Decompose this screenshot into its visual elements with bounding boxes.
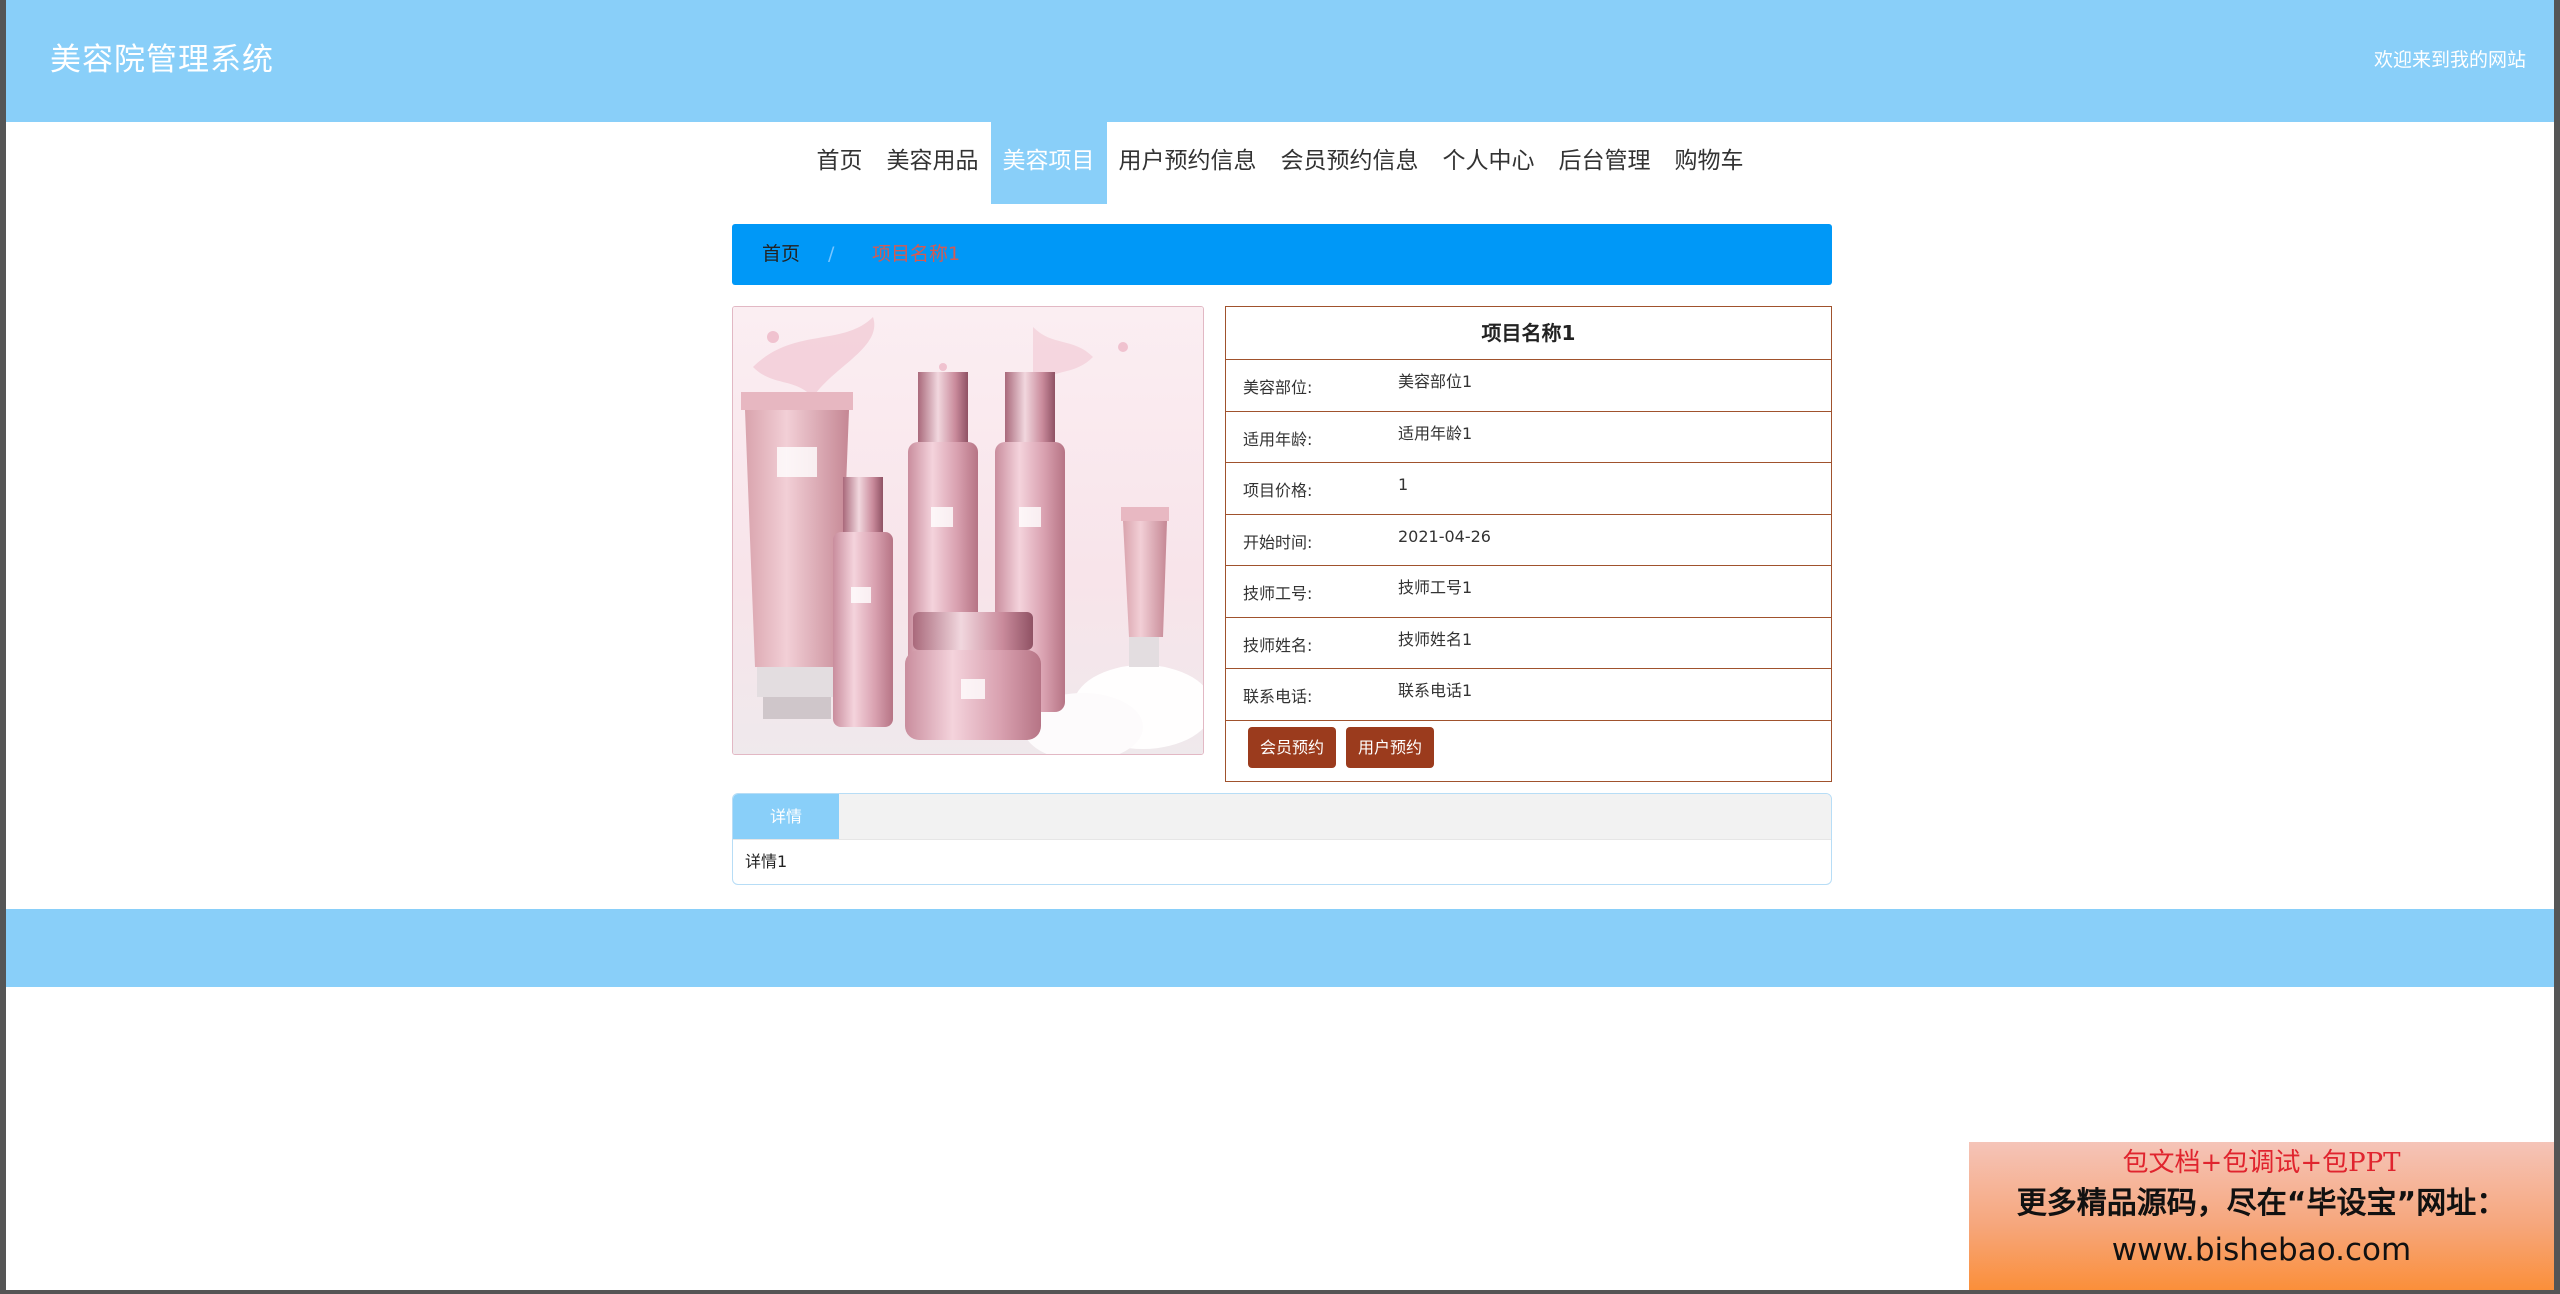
detail-value: 2021-04-26 (1398, 526, 1491, 546)
promo-line-1: 包文档+包调试+包PPT (2122, 1148, 2401, 1178)
breadcrumb-separator: / (828, 243, 835, 265)
product-image (732, 306, 1204, 755)
tab-details[interactable]: 详情 (733, 794, 839, 839)
detail-label: 开始时间: (1243, 532, 1313, 552)
detail-row-tech-name: 技师姓名: 技师姓名1 (1226, 616, 1831, 669)
booking-actions: 会员预约 用户预约 (1226, 719, 1831, 777)
nav-item-home[interactable]: 首页 (805, 122, 875, 204)
detail-value: 1 (1398, 475, 1409, 494)
project-title: 项目名称1 (1481, 321, 1576, 345)
detail-row-age: 适用年龄: 适用年龄1 (1226, 410, 1831, 463)
nav-item-beauty-products[interactable]: 美容用品 (875, 122, 991, 204)
detail-row-price: 项目价格: 1 (1226, 462, 1831, 514)
nav-item-personal-center[interactable]: 个人中心 (1431, 122, 1547, 204)
page: 美容院管理系统 欢迎来到我的网站 首页 美容用品 美容项目 用户预约信息 会员预约信息个… (6, 0, 2554, 1290)
detail-row-tech-id: 技师工号: 技师工号1 (1226, 565, 1831, 617)
detail-label: 美容部位: (1243, 378, 1313, 397)
detail-row-start-time: 开始时间: 2021-04-26 (1226, 513, 1831, 566)
welcome-text: 欢迎来到我的网站 (2373, 49, 2526, 71)
breadcrumb: 首页 / 项目名称1 (732, 224, 1832, 285)
nav-item-admin[interactable]: 后台管理 (1547, 122, 1663, 204)
detail-label: 技师姓名: (1243, 635, 1313, 655)
nav-item-beauty-projects[interactable]: 美容项目 (990, 122, 1107, 204)
user-booking-button[interactable]: 用户预约 (1346, 726, 1435, 768)
promo-url: www.bishebao.com (2111, 1232, 2412, 1268)
detail-label: 适用年龄: (1243, 429, 1313, 449)
project-detail-table: 项目名称1 美容部位: 美容部位1 适用年龄: 适用年龄1 项目价格: 1 开始… (1225, 306, 1832, 782)
detail-value: 美容部位1 (1398, 372, 1473, 391)
promo-banner: 包文档+包调试+包PPT 更多精品源码，尽在“毕设宝”网址： www.bishe… (1969, 1142, 2554, 1290)
detail-label: 项目价格: (1243, 481, 1313, 500)
detail-label: 技师工号: (1243, 584, 1313, 603)
header: 美容院管理系统 欢迎来到我的网站 (6, 0, 2554, 122)
detail-value: 技师姓名1 (1398, 629, 1473, 649)
main-nav: 首页 美容用品 美容项目 用户预约信息 会员预约信息 个人中心 后台管理 购物车 (6, 122, 2554, 204)
detail-value: 技师工号1 (1398, 578, 1473, 597)
cosmetics-product-photo (733, 307, 1203, 754)
footer (6, 909, 2554, 987)
nav-item-member-bookings[interactable]: 会员预约信息 (1269, 122, 1431, 204)
promo-line-2: 更多精品源码，尽在“毕设宝”网址： (2016, 1186, 2507, 1221)
nav-item-user-bookings[interactable]: 用户预约信息 (1107, 122, 1269, 204)
member-booking-button[interactable]: 会员预约 (1248, 726, 1337, 768)
detail-value: 适用年龄1 (1398, 423, 1473, 443)
breadcrumb-home-link[interactable]: 首页 (762, 224, 800, 285)
detail-value: 联系电话1 (1398, 681, 1473, 700)
site-title[interactable]: 美容院管理系统 (50, 38, 274, 82)
detail-label: 联系电话: (1243, 687, 1313, 706)
detail-tabs: 详情 详情1 (732, 793, 1832, 885)
nav-item-cart[interactable]: 购物车 (1663, 122, 1756, 204)
breadcrumb-current: 项目名称1 (872, 243, 961, 265)
tab-bar: 详情 (733, 794, 1831, 840)
tab-content: 详情1 (745, 852, 788, 871)
detail-row-phone: 联系电话: 联系电话1 (1226, 668, 1831, 720)
detail-row-body-part: 美容部位: 美容部位1 (1226, 359, 1831, 411)
